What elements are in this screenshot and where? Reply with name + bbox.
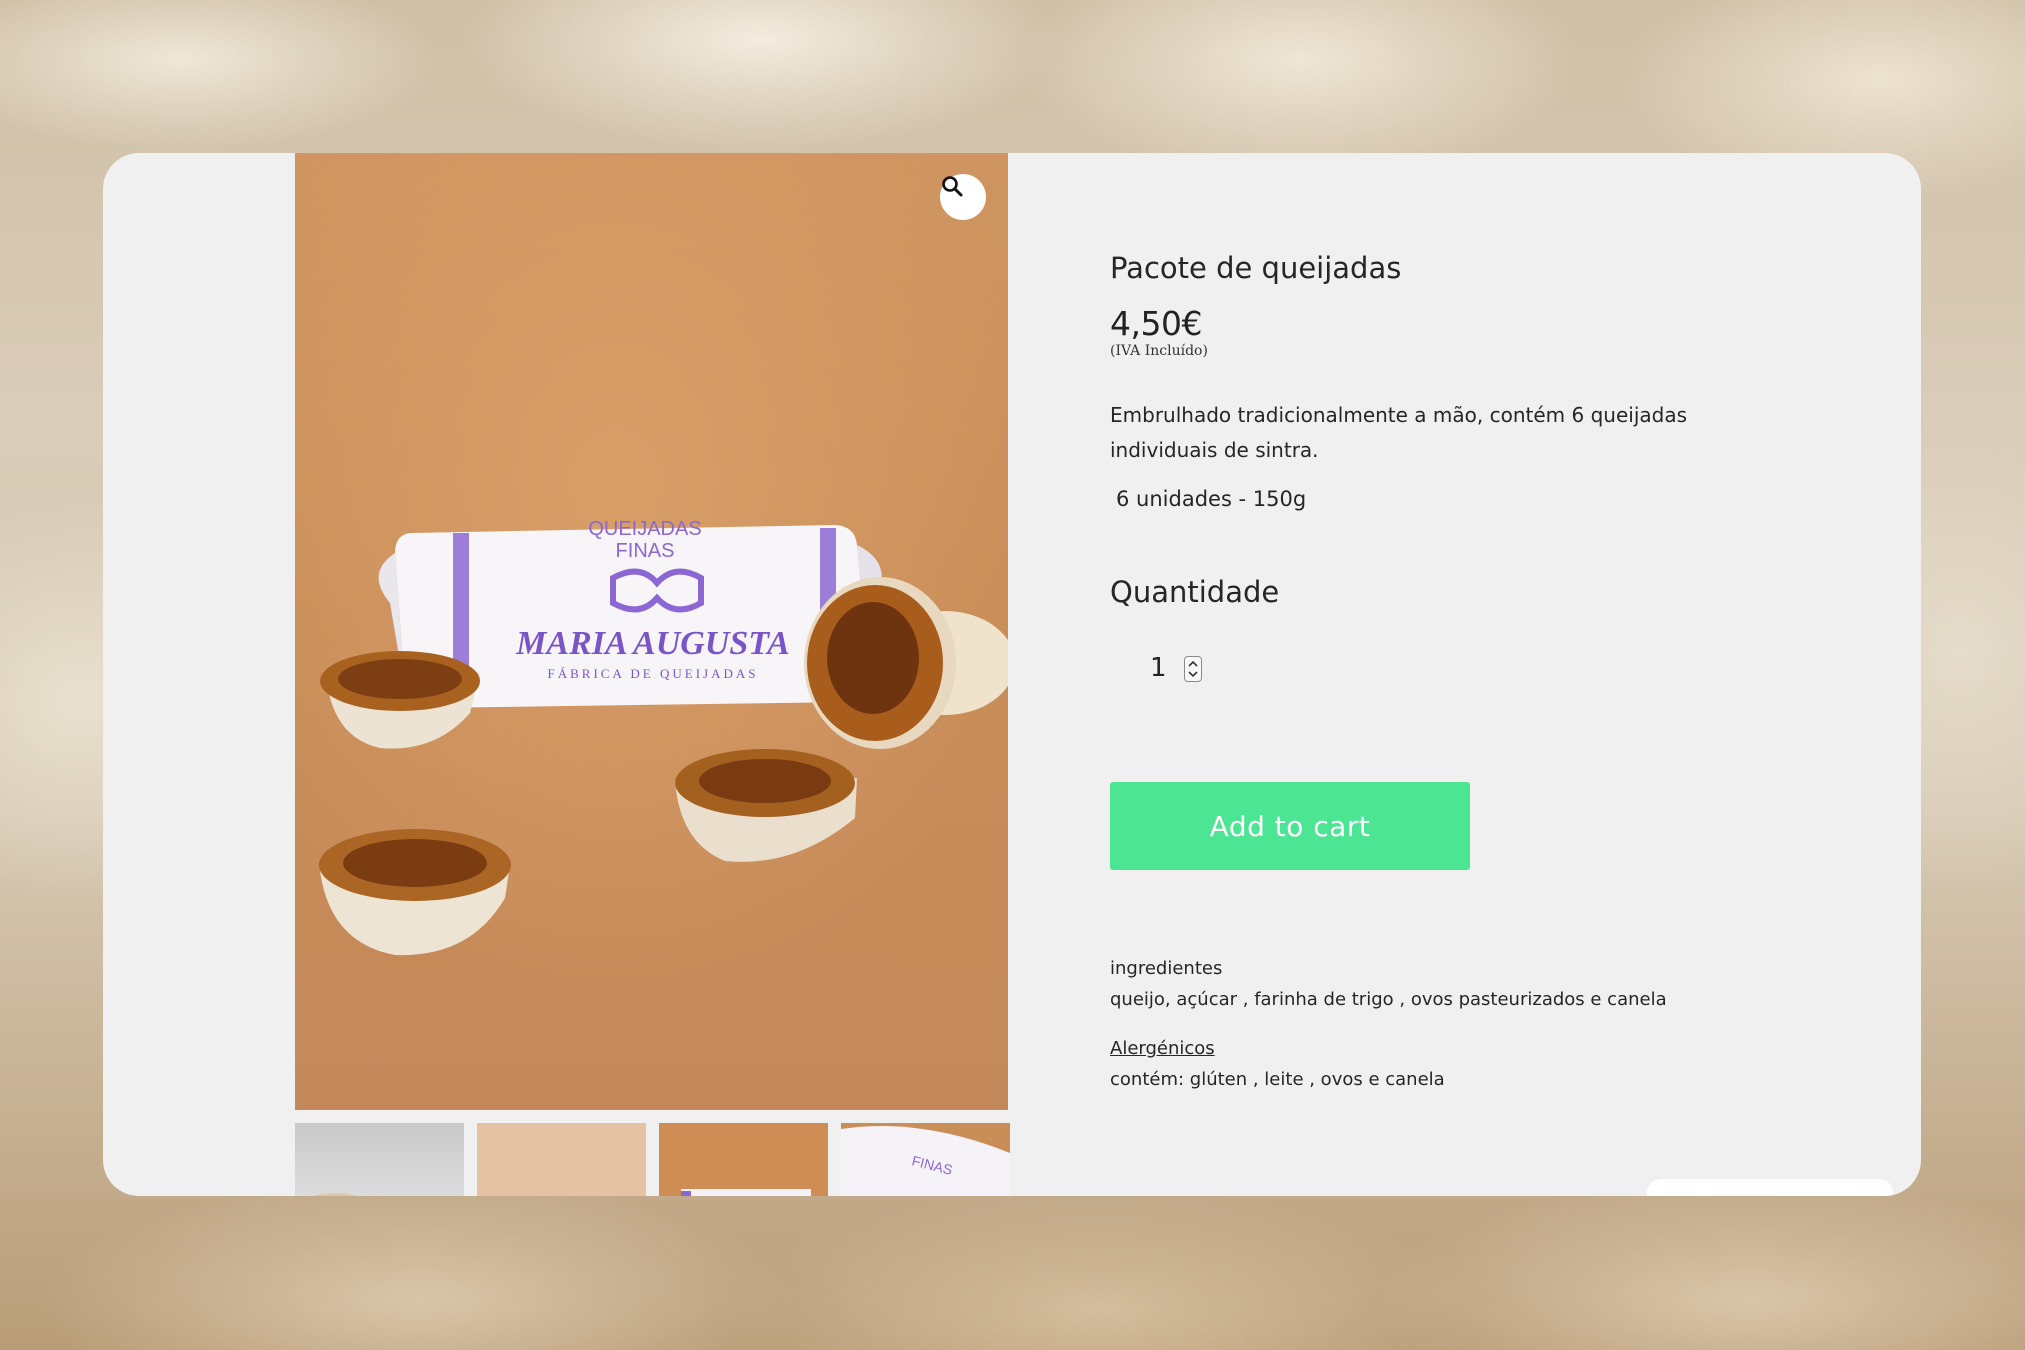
pastry-center: [675, 749, 857, 862]
product-price: 4,50€: [1110, 304, 1202, 343]
allergens-title[interactable]: Alergénicos: [1110, 1038, 1215, 1059]
thumbnail-2[interactable]: [477, 1123, 646, 1196]
ingredients-title: ingredientes: [1110, 958, 1223, 979]
pastry-right-upright: [804, 577, 1008, 749]
floating-widget-edge: [1647, 1179, 1893, 1196]
package-brand-top: QUEIJADAS: [588, 518, 701, 540]
add-to-cart-button[interactable]: Add to cart: [1110, 782, 1470, 870]
quantity-input[interactable]: 1: [1150, 653, 1167, 683]
package-brand-name: MARIA AUGUSTA: [515, 625, 790, 662]
thumbnail-4[interactable]: FINAS: [841, 1123, 1010, 1196]
thumbnail-1[interactable]: [295, 1123, 464, 1196]
product-card: QUEIJADAS FINAS MARIA AUGUSTA FÁBRICA DE…: [103, 153, 1921, 1196]
magnifier-icon: [942, 176, 963, 197]
thumbnail-strip: FINAS: [295, 1123, 1010, 1196]
thumbnail-1-art: [313, 1193, 357, 1196]
product-description: Embrulhado tradicionalmente a mão, conté…: [1110, 403, 1688, 462]
allergens-text: contém: glúten , leite , ovos e canela: [1110, 1069, 1445, 1090]
quantity-stepper[interactable]: [1184, 656, 1202, 682]
zoom-button[interactable]: [940, 174, 986, 220]
pastry-left: [320, 651, 480, 749]
vat-note: (IVA Incluído): [1110, 343, 1208, 359]
ingredients-text: queijo, açúcar , farinha de trigo , ovos…: [1110, 989, 1667, 1010]
package-brand-tagline: FÁBRICA DE QUEIJADAS: [548, 666, 759, 681]
product-units: 6 unidades - 150g: [1116, 487, 1307, 511]
product-title: Pacote de queijadas: [1110, 251, 1402, 285]
quantity-label: Quantidade: [1110, 575, 1280, 609]
package-brand-sub-top: FINAS: [616, 540, 675, 562]
stepper-arrows-icon: [1188, 660, 1198, 678]
product-main-image[interactable]: QUEIJADAS FINAS MARIA AUGUSTA FÁBRICA DE…: [295, 153, 1008, 1110]
thumbnail-4-art: FINAS: [841, 1123, 1010, 1196]
product-photo-illustration: QUEIJADAS FINAS MARIA AUGUSTA FÁBRICA DE…: [319, 518, 1008, 956]
thumbnail-3-art: [681, 1189, 811, 1196]
thumbnail-3[interactable]: [659, 1123, 828, 1196]
pastry-bottom: [319, 829, 511, 956]
